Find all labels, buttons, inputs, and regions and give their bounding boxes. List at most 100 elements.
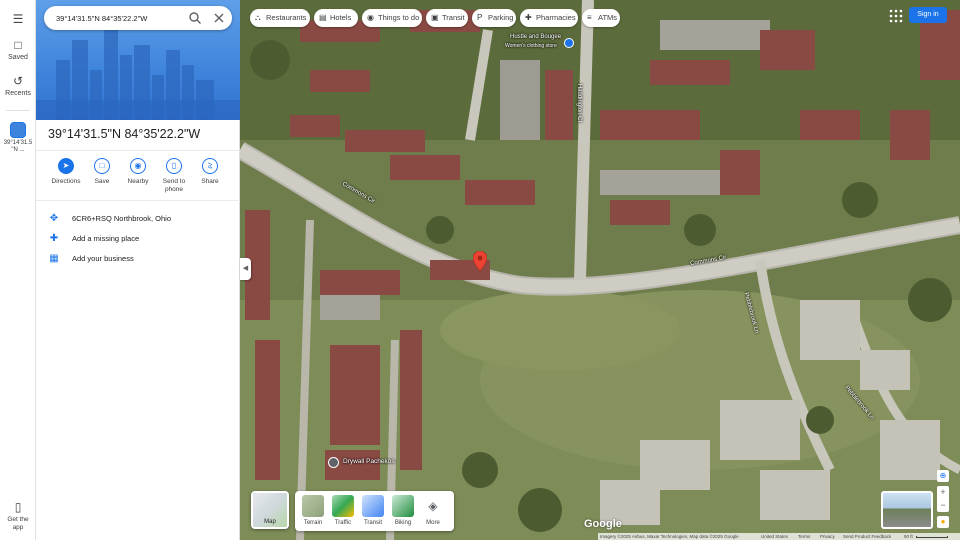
share-button[interactable]: ⥸ Share xyxy=(192,158,228,186)
layer-terrain[interactable]: Terrain xyxy=(300,495,326,526)
poi-shop-label[interactable]: Hustle and Bougee xyxy=(510,34,561,40)
bookmark-icon: □ xyxy=(94,158,110,174)
place-panel: 39°14'31.5"N 84°35'22.2"W ➤ Directions □… xyxy=(36,0,240,540)
terms-link[interactable]: Terms xyxy=(798,533,810,540)
crosshair-icon: ⊕ xyxy=(939,471,947,480)
traffic-icon xyxy=(332,495,354,517)
save-button[interactable]: □ Save xyxy=(84,158,120,186)
layer-traffic-label: Traffic xyxy=(334,520,352,526)
train-icon: ▣ xyxy=(431,13,439,22)
panel-divider xyxy=(36,150,240,151)
share-icon: ⥸ xyxy=(202,158,218,174)
search-input[interactable] xyxy=(56,11,176,25)
search-icon[interactable] xyxy=(187,10,203,26)
chip-hotels[interactable]: ▤ Hotels xyxy=(314,9,358,27)
chip-transit-label: Transit xyxy=(442,13,465,22)
fork-knife-icon: ⛬ xyxy=(255,13,261,22)
chip-things-to-do[interactable]: ◉ Things to do xyxy=(362,9,422,27)
zoom-in-button[interactable]: + xyxy=(937,486,949,499)
get-app-button[interactable]: ▯ Get the app xyxy=(0,500,36,532)
phone-icon: ▯ xyxy=(166,158,182,174)
layer-transit[interactable]: Transit xyxy=(360,495,386,526)
phone-icon: ▯ xyxy=(14,500,22,514)
chip-restaurants-label: Restaurants xyxy=(266,13,307,22)
my-location-button[interactable]: ⊕ xyxy=(937,470,949,482)
layer-traffic[interactable]: Traffic xyxy=(330,495,356,526)
nearby-label: Nearby xyxy=(127,178,149,185)
current-place-button[interactable]: 39°14'31.5 "N ... xyxy=(0,122,36,154)
sign-in-button[interactable]: Sign in xyxy=(909,7,947,23)
business-pin-icon[interactable] xyxy=(328,457,339,468)
get-app-label-1: Get the xyxy=(7,516,29,523)
zoom-out-button[interactable]: − xyxy=(937,499,949,512)
pharmacy-icon: ✚ xyxy=(525,13,532,22)
apps-grid-icon[interactable] xyxy=(889,9,903,23)
chip-pharmacies-label: Pharmacies xyxy=(536,13,576,22)
nearby-icon: ◉ xyxy=(130,158,146,174)
recents-label: Recents xyxy=(5,90,31,97)
close-icon[interactable] xyxy=(211,10,227,26)
recents-button[interactable]: ↺ Recents xyxy=(0,74,36,97)
share-label: Share xyxy=(201,178,219,185)
chip-atms[interactable]: ≡ ATMs xyxy=(582,9,620,27)
history-icon: ↺ xyxy=(12,74,24,88)
add-business-row[interactable]: ▦ Add your business xyxy=(48,251,236,267)
layers-icon: ◈ xyxy=(422,495,444,517)
scale-label[interactable]: 50 ft xyxy=(904,533,913,540)
chevron-left-icon: ◀ xyxy=(242,265,249,272)
saved-label: Saved xyxy=(8,54,28,61)
chip-hotels-label: Hotels xyxy=(330,13,352,22)
layer-terrain-label: Terrain xyxy=(303,520,323,526)
chip-restaurants[interactable]: ⛬ Restaurants xyxy=(250,9,310,27)
location-pin-icon[interactable] xyxy=(473,251,487,271)
current-place-label-1: 39°14'31.5 xyxy=(3,140,33,146)
send-to-phone-label-1: Send to xyxy=(162,178,186,185)
layer-biking-label: Biking xyxy=(394,520,412,526)
atm-icon: ≡ xyxy=(587,13,592,22)
collapse-panel-button[interactable]: ◀ xyxy=(240,258,251,280)
send-to-phone-button[interactable]: ▯ Send to phone xyxy=(156,158,192,194)
zoom-control: + − xyxy=(937,486,949,512)
transit-icon xyxy=(362,495,384,517)
pegman-icon[interactable]: ● xyxy=(937,516,949,528)
plus-code-row[interactable]: ✥ 6CR6+RSQ Northbrook, Ohio xyxy=(48,211,236,227)
directions-button[interactable]: ➤ Directions xyxy=(48,158,84,186)
search-box xyxy=(44,6,232,30)
chip-parking-label: Parking xyxy=(488,13,514,22)
plus-code-text: 6CR6+RSQ Northbrook, Ohio xyxy=(72,214,172,223)
country-link[interactable]: United States xyxy=(761,533,788,540)
add-missing-place-text: Add a missing place xyxy=(72,234,140,243)
menu-icon: ☰ xyxy=(12,12,24,26)
chip-parking[interactable]: P Parking xyxy=(472,9,516,27)
camera-icon: ◉ xyxy=(367,13,374,22)
save-label: Save xyxy=(94,178,110,185)
layer-toggle-map[interactable]: Map xyxy=(251,491,289,529)
feedback-link[interactable]: Send Product Feedback xyxy=(843,533,891,540)
bookmark-icon: □ xyxy=(14,38,22,52)
chip-transit[interactable]: ▣ Transit xyxy=(426,9,468,27)
chip-pharmacies[interactable]: ✚ Pharmacies xyxy=(520,9,578,27)
directions-label: Directions xyxy=(51,178,81,185)
layer-more[interactable]: ◈ More xyxy=(420,495,446,526)
maps-window: Hustle and Bougee Women's clothing store… xyxy=(0,0,960,540)
bed-icon: ▤ xyxy=(319,13,327,22)
biking-icon xyxy=(392,495,414,517)
layer-transit-label: Transit xyxy=(363,520,383,526)
shopping-bag-icon[interactable] xyxy=(564,38,574,48)
saved-button[interactable]: □ Saved xyxy=(0,38,36,61)
get-app-label-2: app xyxy=(12,524,24,531)
imagery-attribution: Imagery ©2025 Airbus, Maxar Technologies… xyxy=(600,534,739,539)
map-footer: Imagery ©2025 Airbus, Maxar Technologies… xyxy=(598,533,960,540)
terrain-icon xyxy=(302,495,324,517)
menu-button[interactable]: ☰ xyxy=(0,12,36,28)
place-thumbnail xyxy=(10,122,26,138)
parking-icon: P xyxy=(477,13,483,22)
directions-icon: ➤ xyxy=(58,158,74,174)
layer-biking[interactable]: Biking xyxy=(390,495,416,526)
nearby-button[interactable]: ◉ Nearby xyxy=(120,158,156,186)
add-missing-place-row[interactable]: ✚ Add a missing place xyxy=(48,231,236,247)
layer-more-label: More xyxy=(426,520,440,526)
street-view-thumbnail[interactable] xyxy=(881,491,933,529)
poi-drywall-label[interactable]: Drywall Pachekos xyxy=(343,458,395,465)
privacy-link[interactable]: Privacy xyxy=(820,533,835,540)
